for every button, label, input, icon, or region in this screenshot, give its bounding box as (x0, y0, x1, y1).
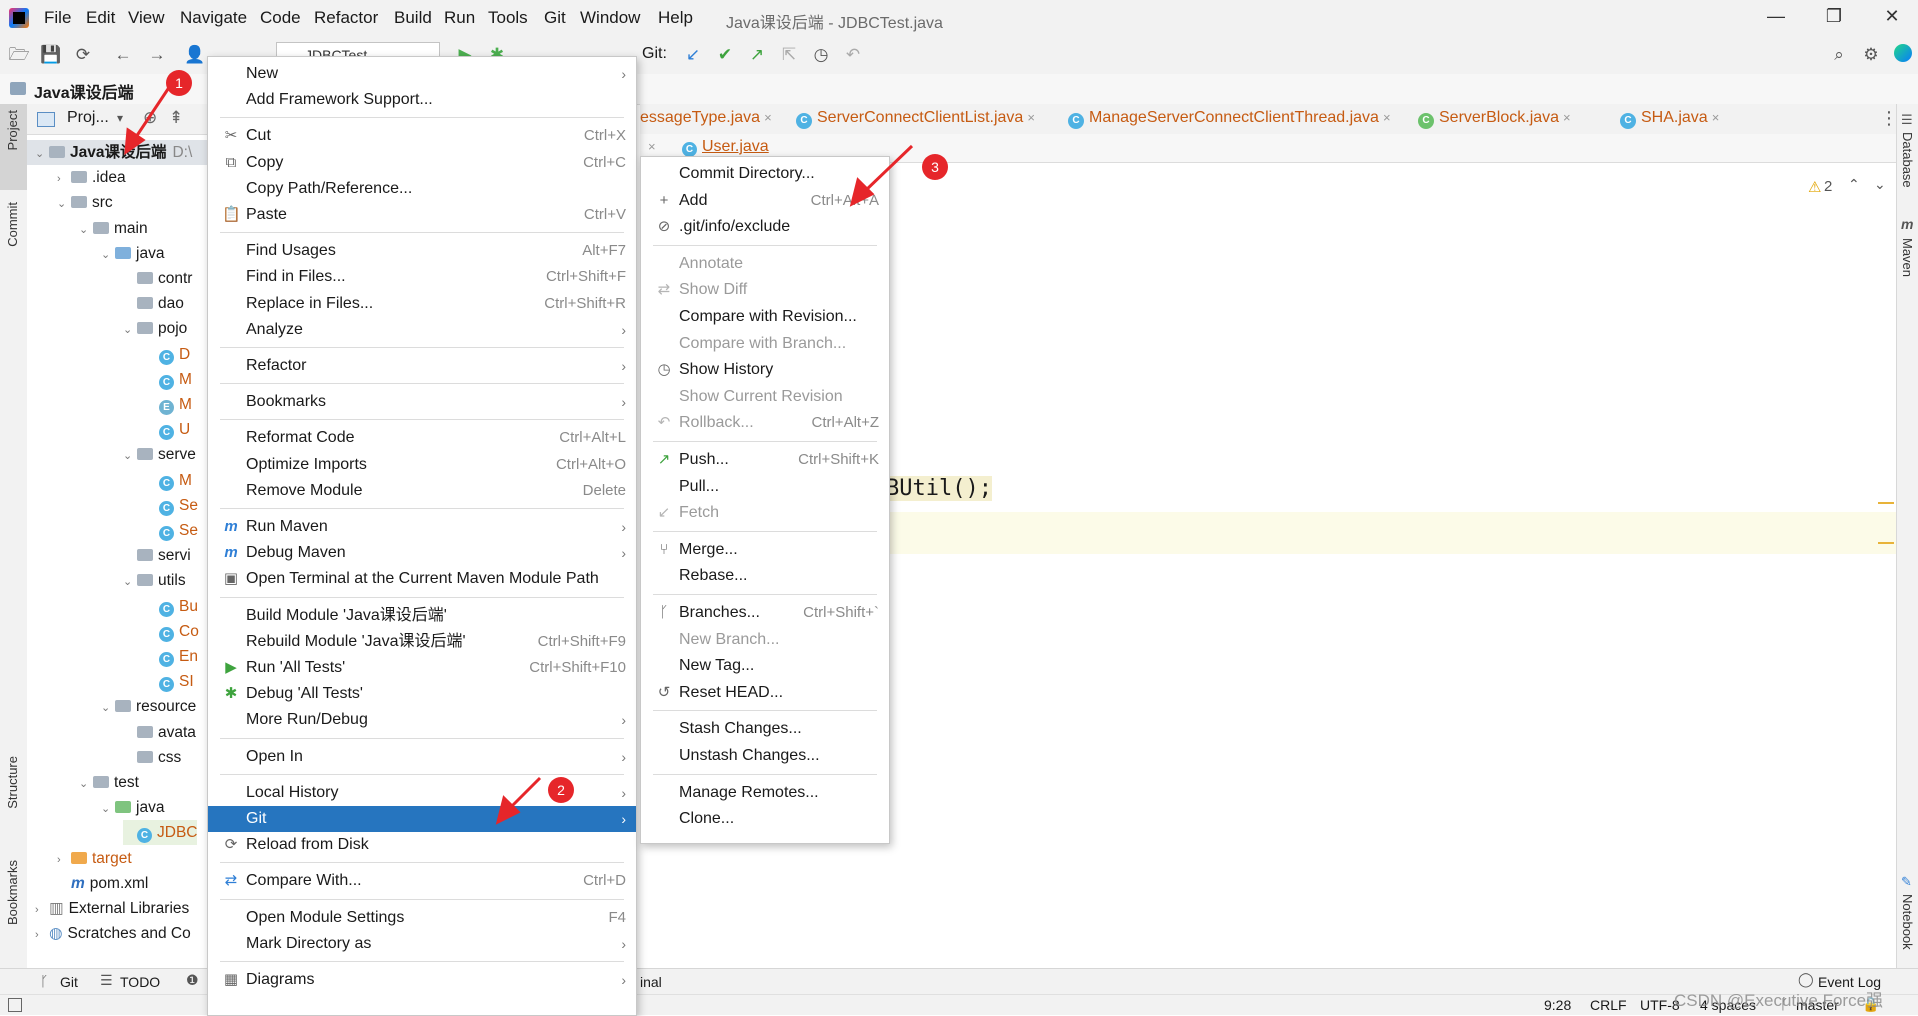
annotation-arrow-2 (508, 776, 542, 810)
annotation-arrows (124, 85, 914, 825)
annotation-arrow-3 (862, 144, 914, 194)
annotation-badge-1: 1 (166, 70, 192, 96)
annotation-arrowhead-1 (124, 127, 146, 156)
annotation-badge-3: 3 (922, 154, 948, 180)
annotation-arrowhead-3 (849, 177, 875, 207)
annotation-badge-2: 2 (548, 777, 574, 803)
annotation-arrow-1 (132, 85, 172, 141)
